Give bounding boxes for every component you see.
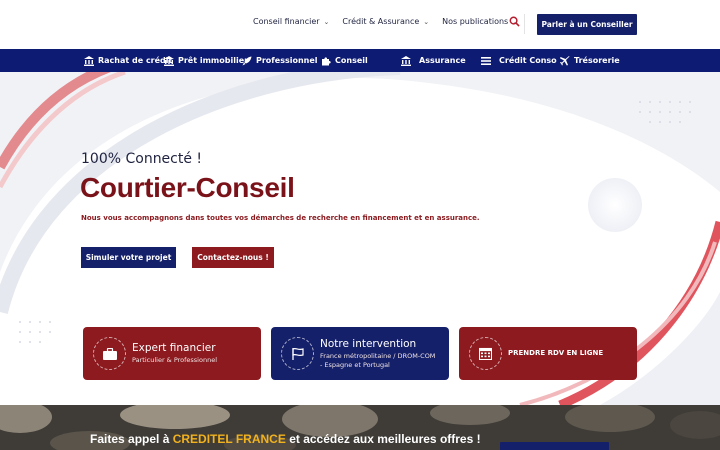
menu-item-label: Trésorerie bbox=[574, 56, 620, 65]
top-header: Conseil financier ⌄ Crédit & Assurance ⌄… bbox=[0, 0, 720, 49]
banner-headline: Faites appel à CREDITEL FRANCE et accéde… bbox=[90, 432, 481, 446]
calendar-icon bbox=[469, 337, 502, 370]
puzzle-icon bbox=[320, 55, 331, 66]
simulate-project-button[interactable]: Simuler votre projet bbox=[81, 247, 176, 268]
nav-conseil-financier[interactable]: Conseil financier ⌄ bbox=[253, 17, 329, 26]
bank-icon bbox=[400, 55, 411, 66]
menu-item-label: Assurance bbox=[419, 56, 466, 65]
card-expert-financier[interactable]: Expert financier Particulier & Professio… bbox=[83, 327, 261, 380]
menu-item-rachat-credit[interactable]: Rachat de crédit bbox=[83, 49, 172, 72]
contact-us-button[interactable]: Contactez-nous ! bbox=[192, 247, 274, 268]
nav-item-label: Crédit & Assurance bbox=[342, 17, 420, 26]
card-title: Notre intervention bbox=[320, 338, 417, 350]
bank-icon bbox=[163, 55, 174, 66]
menu-item-tresorerie[interactable]: Trésorerie bbox=[559, 49, 620, 72]
card-line: - Espagne et Portugal bbox=[320, 361, 390, 369]
nav-item-label: Nos publications bbox=[442, 17, 509, 26]
menu-item-conseil[interactable]: Conseil bbox=[320, 49, 368, 72]
menu-item-label: Prêt immobilier bbox=[178, 56, 249, 65]
card-line: Particulier & Professionnel bbox=[132, 356, 218, 364]
banner-cta-button[interactable] bbox=[500, 442, 609, 450]
nav-credit-assurance[interactable]: Crédit & Assurance ⌄ bbox=[342, 17, 429, 26]
top-nav: Conseil financier ⌄ Crédit & Assurance ⌄… bbox=[253, 17, 531, 26]
menu-item-pret-immobilier[interactable]: Prêt immobilier bbox=[163, 49, 248, 72]
briefcase-icon bbox=[93, 337, 126, 370]
promo-banner: Faites appel à CREDITEL FRANCE et accéde… bbox=[0, 405, 720, 450]
rocket-icon bbox=[241, 55, 252, 66]
list-icon bbox=[480, 55, 491, 66]
menu-item-label: Professionnel bbox=[256, 56, 318, 65]
chevron-down-icon: ⌄ bbox=[323, 17, 330, 26]
menu-item-credit-conso[interactable]: Crédit Conso bbox=[480, 49, 557, 72]
nav-item-label: Conseil financier bbox=[253, 17, 320, 26]
menu-item-professionnel[interactable]: Professionnel bbox=[241, 49, 318, 72]
flag-icon bbox=[281, 337, 314, 370]
plane-icon bbox=[559, 55, 570, 66]
banner-text-after: et accédez aux meilleures offres ! bbox=[289, 432, 481, 446]
hero-title: Courtier-Conseil bbox=[80, 172, 295, 203]
bank-icon bbox=[83, 55, 94, 66]
card-title: Expert financier bbox=[132, 342, 216, 354]
divider bbox=[524, 14, 525, 34]
card-notre-intervention[interactable]: Notre intervention France métropolitaine… bbox=[271, 327, 449, 380]
chevron-down-icon: ⌄ bbox=[423, 17, 430, 26]
card-line: France métropolitaine / DROM-COM bbox=[320, 352, 436, 360]
menu-item-label: Conseil bbox=[335, 56, 368, 65]
banner-brand: CREDITEL FRANCE bbox=[172, 432, 286, 446]
menu-item-assurance[interactable]: Assurance bbox=[400, 49, 466, 72]
card-prendre-rdv[interactable]: PRENDRE RDV EN LIGNE bbox=[459, 327, 637, 380]
main-menu-bar: Rachat de crédit Prêt immobilier Profess… bbox=[0, 49, 720, 72]
menu-item-label: Rachat de crédit bbox=[98, 56, 173, 65]
menu-item-label: Crédit Conso bbox=[499, 56, 557, 65]
hero-section: 100% Connecté ! Courtier-Conseil Nous vo… bbox=[0, 72, 720, 405]
banner-text-before: Faites appel à bbox=[90, 432, 170, 446]
card-title: PRENDRE RDV EN LIGNE bbox=[508, 349, 604, 357]
search-icon[interactable] bbox=[506, 16, 522, 32]
hero-subtitle: 100% Connecté ! bbox=[81, 151, 203, 167]
talk-advisor-button[interactable]: Parler à un Conseiller bbox=[537, 14, 637, 35]
hero-description: Nous vous accompagnons dans toutes vos d… bbox=[81, 214, 480, 222]
